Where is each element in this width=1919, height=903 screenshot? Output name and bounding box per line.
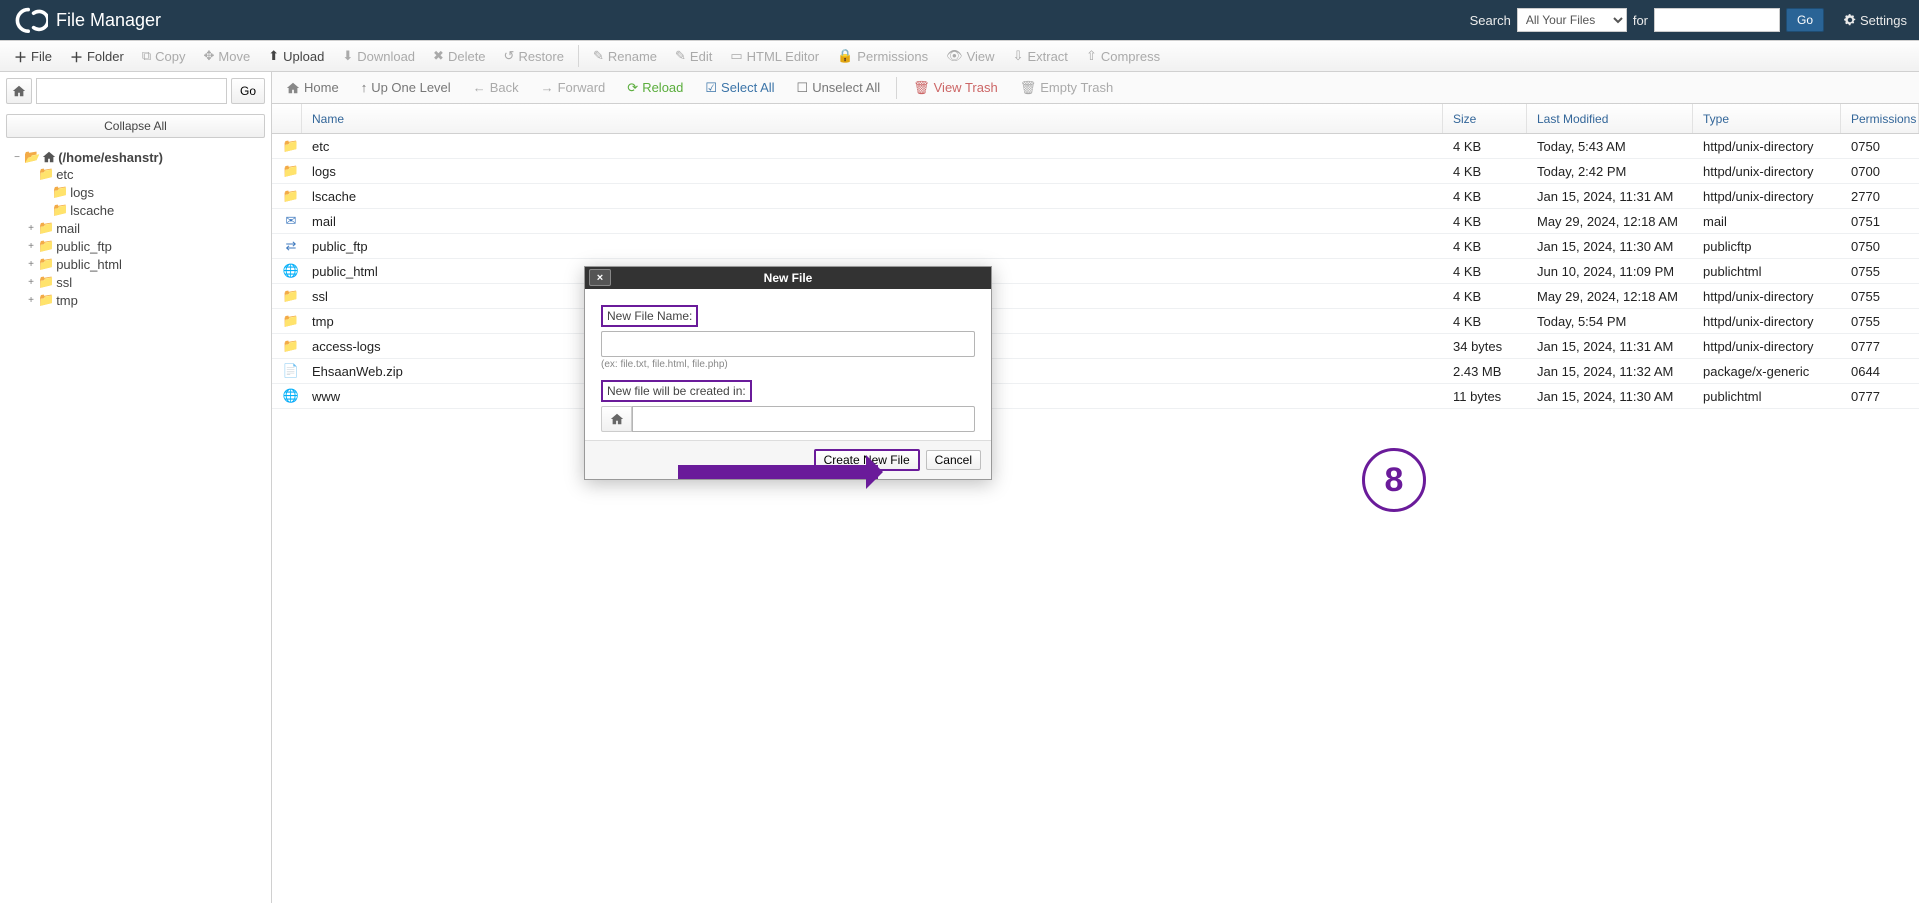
new-file-modal: × New File New File Name: (ex: file.txt,… [584, 266, 992, 480]
cancel-button[interactable]: Cancel [926, 450, 981, 470]
modal-title: New File [764, 271, 813, 285]
new-file-location-input[interactable] [632, 406, 975, 432]
location-home-icon [601, 406, 632, 432]
new-file-name-label: New File Name: [601, 305, 698, 327]
annotation-arrow [678, 465, 878, 479]
new-file-name-input[interactable] [601, 331, 975, 357]
new-file-location-label: New file will be created in: [601, 380, 752, 402]
modal-title-bar: × New File [585, 267, 991, 289]
annotation-step: 8 [1362, 448, 1426, 512]
new-file-hint: (ex: file.txt, file.html, file.php) [601, 359, 975, 370]
modal-close-button[interactable]: × [589, 269, 611, 286]
